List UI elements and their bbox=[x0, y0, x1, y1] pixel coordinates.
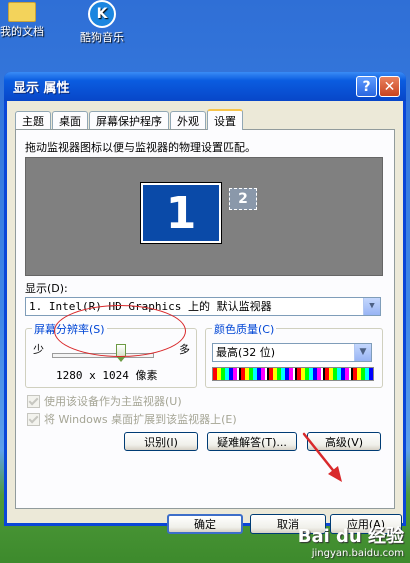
checkbox-box bbox=[27, 412, 40, 426]
desktop-icon-kugou-music[interactable]: K 酷狗音乐 bbox=[72, 0, 132, 45]
desktop-icon-label: 酷狗音乐 bbox=[80, 31, 124, 44]
color-spectrum-bar bbox=[212, 367, 374, 381]
monitor-1-icon[interactable]: 1 bbox=[140, 182, 222, 244]
watermark: Bai du 经验 jingyan.baidu.com bbox=[298, 522, 404, 559]
color-quality-value: 最高(32 位) bbox=[216, 346, 276, 359]
extend-desktop-checkbox[interactable]: 将 Windows 桌面扩展到该监视器上(E) bbox=[27, 411, 237, 427]
display-properties-window: 显示 属性 ? ✕ 主题 桌面 屏幕保护程序 外观 设置 拖动监视器图标以便与监… bbox=[4, 72, 406, 534]
tab-appearance[interactable]: 外观 bbox=[170, 111, 206, 129]
slider-min-label: 少 bbox=[33, 343, 44, 356]
tab-screensaver[interactable]: 屏幕保护程序 bbox=[89, 111, 169, 129]
instruction-text: 拖动监视器图标以便与监视器的物理设置匹配。 bbox=[25, 141, 256, 154]
chevron-down-icon[interactable]: ▼ bbox=[363, 298, 380, 315]
display-device-select[interactable]: 1. Intel(R) HD Graphics 上的 默认监视器 ▼ bbox=[25, 297, 381, 316]
slider-max-label: 多 bbox=[179, 343, 190, 356]
monitor-2-icon[interactable]: 2 bbox=[229, 188, 257, 210]
checkbox-box bbox=[27, 394, 40, 408]
settings-tab-page: 拖动监视器图标以便与监视器的物理设置匹配。 1 2 显示(D): 1. Inte… bbox=[15, 129, 395, 509]
ok-button[interactable]: 确定 bbox=[167, 514, 243, 534]
desktop-icon-label: 我的文档 bbox=[0, 25, 44, 38]
monitor-arrangement-area: 1 2 bbox=[25, 157, 383, 276]
window-title: 显示 属性 bbox=[13, 81, 70, 96]
close-button[interactable]: ✕ bbox=[379, 76, 400, 97]
watermark-brand: Bai du 经验 bbox=[297, 526, 404, 547]
extend-desktop-label: 将 Windows 桌面扩展到该监视器上(E) bbox=[44, 413, 237, 426]
display-label: 显示(D): bbox=[25, 282, 68, 295]
help-button[interactable]: ? bbox=[356, 76, 377, 97]
color-quality-group: 颜色质量(C) 最高(32 位) ▼ bbox=[205, 321, 383, 388]
watermark-url: jingyan.baidu.com bbox=[311, 548, 404, 559]
desktop-icon-my-documents[interactable]: 我的文档 bbox=[0, 0, 52, 39]
monitor-2-number: 2 bbox=[238, 191, 248, 207]
resolution-slider-thumb[interactable] bbox=[116, 344, 127, 362]
color-quality-legend: 颜色质量(C) bbox=[212, 321, 277, 337]
dialog-body: 主题 桌面 屏幕保护程序 外观 设置 拖动监视器图标以便与监视器的物理设置匹配。… bbox=[7, 101, 403, 534]
screen-resolution-group: 屏幕分辨率(S) 少 多 1280 x 1024 像素 bbox=[25, 321, 197, 388]
tab-settings[interactable]: 设置 bbox=[207, 109, 243, 130]
primary-monitor-checkbox[interactable]: 使用该设备作为主监视器(U) bbox=[27, 393, 182, 409]
tab-strip: 主题 桌面 屏幕保护程序 外观 设置 bbox=[15, 108, 244, 130]
resolution-value: 1280 x 1024 像素 bbox=[56, 369, 158, 382]
resolution-slider-track[interactable] bbox=[52, 353, 154, 358]
chevron-down-icon[interactable]: ▼ bbox=[354, 344, 371, 361]
advanced-button[interactable]: 高级(V) bbox=[307, 432, 381, 451]
color-quality-select[interactable]: 最高(32 位) ▼ bbox=[212, 343, 372, 362]
folder-icon bbox=[8, 2, 36, 22]
title-bar[interactable]: 显示 属性 ? ✕ bbox=[4, 72, 406, 101]
identify-button[interactable]: 识别(I) bbox=[124, 432, 198, 451]
primary-monitor-label: 使用该设备作为主监视器(U) bbox=[44, 395, 182, 408]
screen-resolution-legend: 屏幕分辨率(S) bbox=[32, 321, 107, 337]
tab-themes[interactable]: 主题 bbox=[15, 111, 51, 129]
music-app-icon: K bbox=[88, 0, 116, 28]
monitor-1-number: 1 bbox=[165, 187, 197, 239]
tab-desktop[interactable]: 桌面 bbox=[52, 111, 88, 129]
display-device-value: 1. Intel(R) HD Graphics 上的 默认监视器 bbox=[29, 300, 272, 313]
troubleshoot-button[interactable]: 疑难解答(T)... bbox=[207, 432, 297, 451]
